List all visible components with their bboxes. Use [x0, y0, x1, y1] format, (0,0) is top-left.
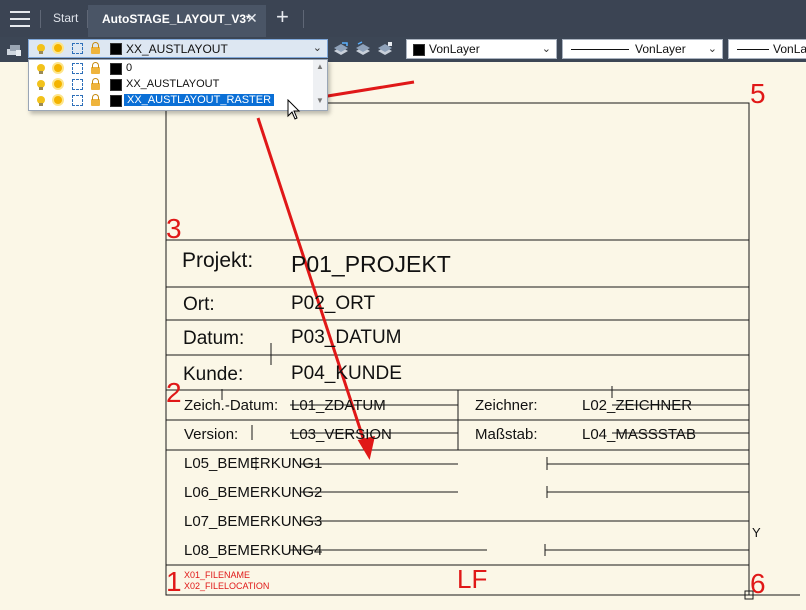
label-ort: Ort:	[183, 294, 215, 315]
layer-on-bulb-icon[interactable]	[37, 64, 45, 74]
label-zeich-datum: Zeich.-Datum:	[184, 397, 279, 414]
layer-item-name: XX_AUSTLAYOUT	[126, 78, 220, 90]
layer-color-swatch[interactable]	[110, 79, 122, 91]
value-massstab: L04_MASSSTAB	[582, 426, 696, 443]
value-zeichner: L02_ZEICHNER	[582, 397, 693, 414]
layer-thaw-sun-icon[interactable]	[54, 64, 62, 72]
layer-item-name: XX_AUSTLAYOUT_RASTER	[124, 94, 275, 106]
layer-viewport-freeze-icon[interactable]	[72, 79, 83, 90]
ucs-y-label: Y	[752, 525, 761, 540]
layer-thaw-sun-icon[interactable]	[54, 96, 62, 104]
layer-on-bulb-icon[interactable]	[37, 80, 45, 90]
label-zeichner: Zeichner:	[475, 397, 538, 414]
label-version: Version:	[184, 426, 239, 443]
corner-number-2: 2	[166, 377, 182, 408]
value-zeich-datum: L01_ZDATUM	[291, 397, 386, 414]
corner-number-5: 5	[750, 78, 766, 109]
layer-list-item[interactable]: XX_AUSTLAYOUT	[29, 77, 315, 93]
corner-number-6: 6	[750, 568, 766, 599]
lf-label: LF	[457, 564, 488, 594]
label-massstab: Maßstab:	[475, 426, 538, 443]
value-projekt: P01_PROJEKT	[291, 251, 451, 277]
value-kunde: P04_KUNDE	[291, 363, 402, 384]
value-ort: P02_ORT	[291, 293, 376, 314]
value-datum: P03_DATUM	[291, 327, 402, 348]
value-bemerkung1: L05_BEMERKUNG1	[184, 455, 323, 472]
layer-list-item[interactable]: 0	[29, 61, 315, 77]
layer-unlock-icon[interactable]	[91, 62, 100, 74]
label-kunde: Kunde:	[183, 364, 244, 385]
dropdown-scrollbar[interactable]: ▲ ▼	[313, 60, 327, 110]
layer-color-swatch[interactable]	[110, 63, 122, 75]
scroll-down-icon[interactable]: ▼	[316, 96, 324, 105]
layer-item-name: 0	[126, 62, 133, 74]
value-bemerkung3: L07_BEMERKUNG3	[184, 513, 323, 530]
value-bemerkung4: L08_BEMERKUNG4	[184, 542, 323, 559]
layer-unlock-icon[interactable]	[91, 78, 100, 90]
mouse-pointer-icon	[287, 99, 301, 120]
layer-on-bulb-icon[interactable]	[37, 96, 45, 106]
label-datum: Datum:	[183, 328, 245, 349]
value-filelocation: X02_FILELOCATION	[184, 581, 270, 591]
layer-viewport-freeze-icon[interactable]	[72, 95, 83, 106]
layer-viewport-freeze-icon[interactable]	[72, 63, 83, 74]
layer-color-swatch[interactable]	[110, 95, 122, 107]
label-projekt: Projekt:	[182, 249, 254, 272]
corner-number-3: 3	[166, 213, 182, 244]
layer-thaw-sun-icon[interactable]	[54, 80, 62, 88]
corner-number-1: 1	[166, 566, 182, 597]
value-version: L03_VERSION	[291, 426, 392, 443]
layer-list-item-highlighted[interactable]: XX_AUSTLAYOUT_RASTER	[29, 93, 315, 109]
value-bemerkung2: L06_BEMERKUNG2	[184, 484, 323, 501]
scroll-up-icon[interactable]: ▲	[316, 62, 324, 71]
layer-dropdown-list: 0 XX_AUSTLAYOUT XX_AUSTLAYOUT_RASTER ▲ ▼	[28, 59, 328, 111]
layer-unlock-icon[interactable]	[91, 94, 100, 106]
value-filename: X01_FILENAME	[184, 570, 251, 580]
